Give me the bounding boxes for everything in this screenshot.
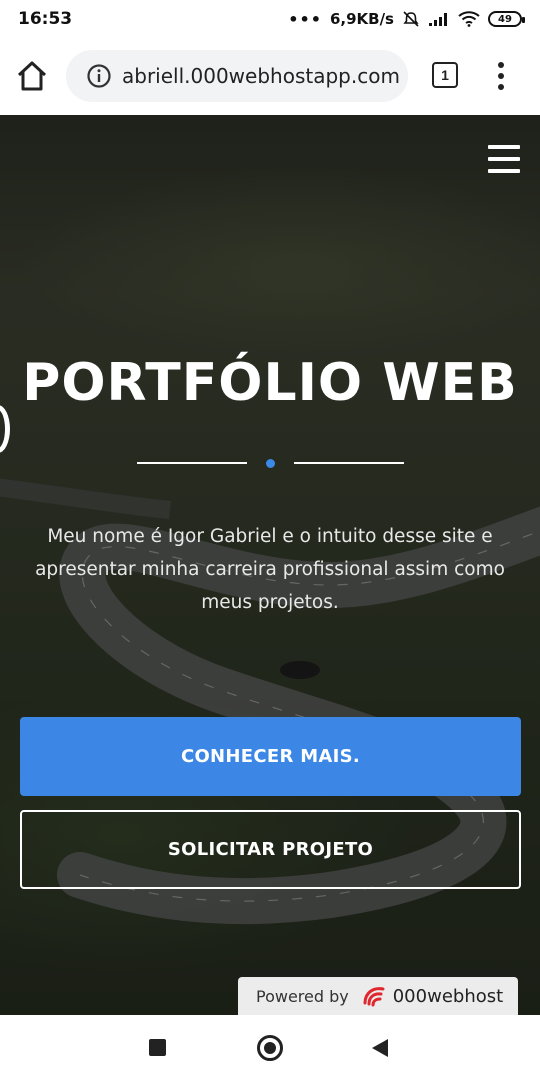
home-circle-icon[interactable] bbox=[257, 1035, 283, 1061]
battery-icon: 49 bbox=[488, 11, 525, 27]
tab-count: 1 bbox=[441, 67, 449, 83]
powered-by-label: Powered by bbox=[256, 986, 349, 1006]
powered-by-brand: 000webhost bbox=[392, 985, 504, 1007]
webhost-logo-icon bbox=[363, 987, 385, 1007]
powered-by-badge[interactable]: Powered by 000webhost bbox=[238, 977, 518, 1015]
title-divider-right bbox=[294, 462, 404, 464]
info-icon[interactable] bbox=[86, 63, 112, 89]
browser-toolbar: abriell.000webhostapp.com 1 bbox=[0, 38, 540, 115]
alarm-off-icon bbox=[403, 11, 419, 27]
battery-level: 49 bbox=[498, 13, 512, 25]
notification-dots: ••• bbox=[288, 9, 322, 29]
conhecer-mais-button[interactable]: CONHECER MAIS. bbox=[20, 717, 521, 796]
wifi-icon bbox=[458, 11, 480, 27]
recents-icon[interactable] bbox=[149, 1039, 166, 1056]
back-icon[interactable] bbox=[372, 1039, 388, 1057]
network-speed: 6,9KB/s bbox=[329, 10, 394, 28]
title-divider-left bbox=[137, 462, 247, 464]
url-text[interactable]: abriell.000webhostapp.com bbox=[122, 64, 400, 88]
address-bar[interactable]: abriell.000webhostapp.com bbox=[66, 50, 408, 102]
status-time: 16:53 bbox=[18, 9, 73, 29]
signal-icon bbox=[429, 13, 447, 26]
hero-section: PORTFÓLIO WEB Meu nome é Igor Gabriel e … bbox=[0, 115, 540, 1015]
system-navbar bbox=[0, 1015, 540, 1080]
tabs-icon[interactable]: 1 bbox=[432, 62, 458, 88]
solicitar-projeto-button[interactable]: SOLICITAR PROJETO bbox=[20, 810, 521, 889]
status-bar: 16:53 ••• 6,9KB/s 49 bbox=[0, 0, 540, 38]
hamburger-menu-icon[interactable] bbox=[488, 145, 520, 173]
hero-description: Meu nome é Igor Gabriel e o intuito dess… bbox=[35, 526, 505, 613]
hero-title: PORTFÓLIO WEB bbox=[22, 353, 518, 413]
status-icons: ••• 6,9KB/s 49 bbox=[288, 8, 525, 30]
more-vert-icon[interactable] bbox=[488, 58, 514, 94]
home-icon[interactable] bbox=[14, 58, 50, 94]
title-divider-dot bbox=[266, 459, 275, 468]
